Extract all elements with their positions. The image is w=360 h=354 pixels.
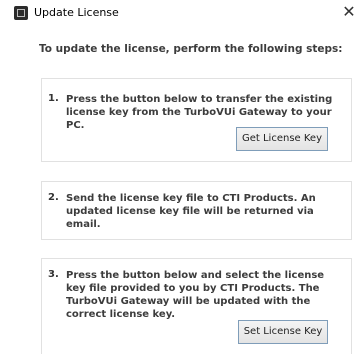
step-3-panel: 3. Press the button below and select the… [41,258,352,354]
set-license-key-button[interactable]: Set License Key [238,320,328,344]
step-text: Press the button below and select the li… [66,270,325,320]
step-text: Send the license key file to CTI Product… [66,193,316,230]
close-icon[interactable]: ✕ [340,2,358,22]
license-app-icon [14,6,28,20]
title-bar: Update License ✕ [0,0,360,26]
get-license-key-button[interactable]: Get License Key [236,127,328,151]
step-number: 1. [48,93,59,104]
window-title: Update License [34,6,119,19]
step-number: 3. [48,269,59,280]
step-2-panel: 2. Send the license key file to CTI Prod… [41,181,352,240]
intro-text: To update the license, perform the follo… [39,43,343,55]
step-number: 2. [48,192,59,203]
step-1-panel: 1. Press the button below to transfer th… [41,78,352,162]
